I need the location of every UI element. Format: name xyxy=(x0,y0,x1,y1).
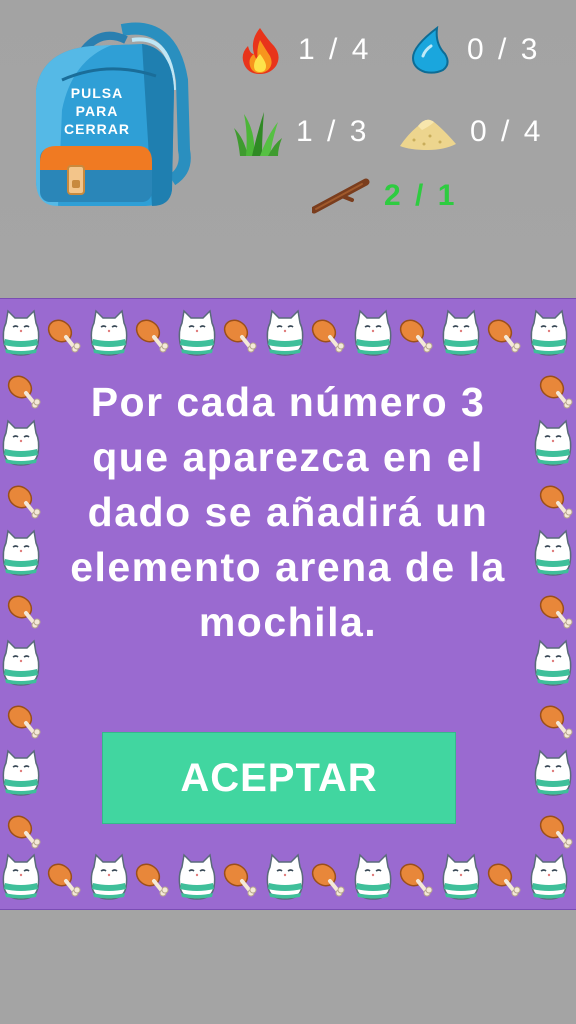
drumstick-icon xyxy=(7,485,41,519)
drumstick-icon xyxy=(399,319,433,353)
drumstick-icon xyxy=(223,319,257,353)
cat-icon xyxy=(354,853,392,900)
cat-icon xyxy=(534,529,572,576)
resource-fire: 1 / 4 xyxy=(236,26,371,74)
dialog-message: Por cada número 3 que aparezca en el dad… xyxy=(70,379,506,645)
accept-button[interactable]: ACEPTAR xyxy=(102,732,456,824)
cat-icon xyxy=(530,309,568,356)
drumstick-icon xyxy=(539,375,573,409)
backpack-close-label: PULSA PARA CERRAR xyxy=(64,85,130,137)
sand-pile-icon xyxy=(400,108,456,156)
drumstick-icon xyxy=(47,319,81,353)
drumstick-icon xyxy=(7,595,41,629)
water-count: 0 / 3 xyxy=(467,33,541,66)
fire-count: 1 / 4 xyxy=(298,33,372,66)
drumstick-icon xyxy=(539,705,573,739)
sand-count: 0 / 4 xyxy=(470,115,544,148)
cat-icon xyxy=(266,309,304,356)
drumstick-icon xyxy=(487,863,521,897)
resource-grass: 1 / 3 xyxy=(234,108,369,156)
grass-count: 1 / 3 xyxy=(296,115,370,148)
stick-icon xyxy=(312,172,370,220)
cat-icon xyxy=(534,639,572,686)
cat-icon xyxy=(442,309,480,356)
cat-icon xyxy=(442,853,480,900)
drumstick-icon xyxy=(539,815,573,849)
cat-icon xyxy=(2,853,40,900)
dialog-border-right xyxy=(534,375,573,849)
dialog-border-top xyxy=(2,309,568,356)
drumstick-icon xyxy=(135,863,169,897)
resource-stick: 2 / 1 xyxy=(312,172,457,220)
cat-icon xyxy=(2,749,40,796)
fire-icon xyxy=(236,26,284,74)
cat-icon xyxy=(354,309,392,356)
cat-icon xyxy=(2,529,40,576)
drumstick-icon xyxy=(7,705,41,739)
cat-icon xyxy=(2,419,40,466)
cat-icon xyxy=(2,309,40,356)
resource-sand: 0 / 4 xyxy=(400,108,543,156)
drumstick-icon xyxy=(311,319,345,353)
drumstick-icon xyxy=(487,319,521,353)
drumstick-icon xyxy=(311,863,345,897)
grass-icon xyxy=(234,108,282,156)
drumstick-icon xyxy=(7,815,41,849)
cat-icon xyxy=(90,309,128,356)
resource-water: 0 / 3 xyxy=(405,26,540,74)
dialog-border-left xyxy=(2,375,41,849)
event-dialog: Por cada número 3 que aparezca en el dad… xyxy=(0,298,576,910)
drumstick-icon xyxy=(399,863,433,897)
water-drop-icon xyxy=(405,26,453,74)
cat-icon xyxy=(90,853,128,900)
cat-icon xyxy=(178,309,216,356)
cat-icon xyxy=(178,853,216,900)
cat-icon xyxy=(530,853,568,900)
cat-icon xyxy=(2,639,40,686)
stick-count: 2 / 1 xyxy=(384,179,458,212)
backpack-close-button[interactable]: PULSA PARA CERRAR xyxy=(22,20,198,210)
cat-icon xyxy=(534,749,572,796)
drumstick-icon xyxy=(223,863,257,897)
drumstick-icon xyxy=(47,863,81,897)
drumstick-icon xyxy=(135,319,169,353)
drumstick-icon xyxy=(539,595,573,629)
dialog-border-bottom xyxy=(2,853,568,900)
drumstick-icon xyxy=(539,485,573,519)
cat-icon xyxy=(266,853,304,900)
cat-icon xyxy=(534,419,572,466)
drumstick-icon xyxy=(7,375,41,409)
